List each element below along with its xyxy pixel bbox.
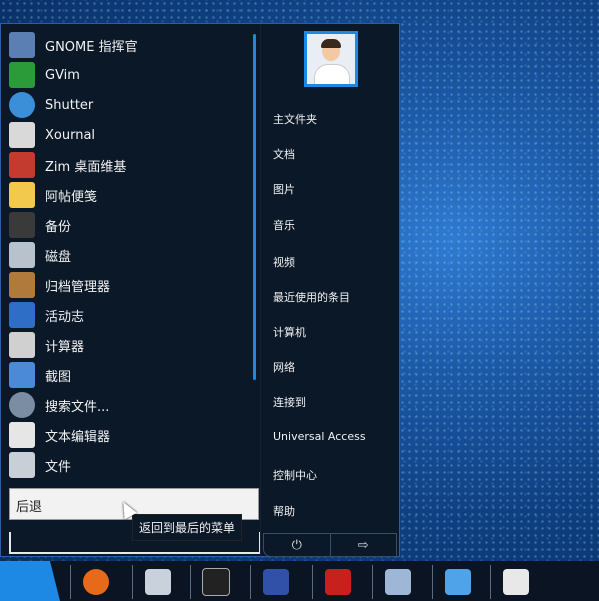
app-list-scrollbar[interactable] (253, 34, 256, 380)
app-label: 搜索文件... (45, 399, 110, 415)
app-item[interactable]: 磁盘 (9, 240, 249, 270)
shutdown-icon[interactable]: ⏻ (264, 534, 330, 556)
power-bar: ⏻ ⇨ (263, 533, 397, 557)
text-editor-icon (9, 422, 35, 448)
user-avatar[interactable] (304, 31, 358, 87)
firefox-icon (83, 569, 109, 595)
gnome-commander-icon (9, 32, 35, 58)
sticky-note-icon (9, 182, 35, 208)
taskbar-text-editor[interactable] (490, 565, 541, 599)
taskbar-network-monitor[interactable] (432, 565, 483, 599)
app-label: Shutter (45, 97, 94, 113)
place-pictures[interactable]: 图片 (273, 181, 393, 197)
place-control-center[interactable]: 控制中心 (273, 467, 393, 483)
zim-icon (9, 152, 35, 178)
calculator-icon (9, 332, 35, 358)
app-label: GVim (45, 67, 80, 83)
app-label: 计算器 (45, 339, 85, 355)
taskbar-bluefish[interactable] (250, 565, 301, 599)
back-tooltip: 返回到最后的菜单 (132, 514, 243, 541)
app-label: 文件 (45, 459, 72, 475)
activity-journal-icon (9, 302, 35, 328)
avatar-hair (321, 39, 341, 48)
taskbar-disk-utility[interactable] (132, 565, 183, 599)
app-item[interactable]: 搜索文件... (9, 390, 249, 420)
app-label: GNOME 指挥官 (45, 39, 138, 55)
app-item[interactable]: 备份 (9, 210, 249, 240)
app-item[interactable]: Xournal (9, 120, 249, 150)
xournal-icon (9, 122, 35, 148)
archive-manager-icon (9, 272, 35, 298)
start-menu-button[interactable] (0, 561, 60, 601)
logout-icon[interactable]: ⇨ (329, 534, 397, 556)
app-label: Xournal (45, 127, 96, 143)
disk-icon (9, 242, 35, 268)
taskbar (0, 561, 599, 601)
app-item[interactable]: 活动志 (9, 300, 249, 330)
screenshot-icon (385, 569, 411, 595)
app-item[interactable]: 归档管理器 (9, 270, 249, 300)
disk-utility-icon (145, 569, 171, 595)
app-item[interactable]: GNOME 指挥官 (9, 30, 249, 60)
taskbar-filezilla[interactable] (312, 565, 363, 599)
place-recent[interactable]: 最近使用的条目 (273, 289, 393, 305)
app-label: Zim 桌面维基 (45, 159, 127, 175)
app-label: 归档管理器 (45, 279, 111, 295)
application-menu: GNOME 指挥官 GVim Shutter Xournal Zim 桌面维基 … (0, 23, 400, 557)
app-label: 活动志 (45, 309, 85, 325)
place-documents[interactable]: 文档 (273, 146, 393, 162)
place-videos[interactable]: 视频 (273, 254, 393, 270)
place-help[interactable]: 帮助 (273, 503, 393, 519)
place-universal-access[interactable]: Universal Access (273, 430, 393, 443)
network-monitor-icon (445, 569, 471, 595)
taskbar-screenshot[interactable] (372, 565, 423, 599)
backup-icon (9, 212, 35, 238)
place-music[interactable]: 音乐 (273, 217, 393, 233)
terminal-icon (202, 568, 230, 596)
app-item[interactable]: 阿帖便笺 (9, 180, 249, 210)
app-label: 截图 (45, 369, 72, 385)
taskbar-firefox[interactable] (70, 565, 121, 599)
gvim-icon (9, 62, 35, 88)
filezilla-icon (325, 569, 351, 595)
app-item[interactable]: 截图 (9, 360, 249, 390)
app-label: 阿帖便笺 (45, 189, 98, 205)
app-item[interactable]: 计算器 (9, 330, 249, 360)
shutter-icon (9, 92, 35, 118)
taskbar-terminal[interactable] (190, 565, 241, 599)
search-files-icon (9, 392, 35, 418)
text-editor-icon (503, 569, 529, 595)
place-connect[interactable]: 连接到 (273, 394, 393, 410)
screenshot-icon (9, 362, 35, 388)
app-item[interactable]: GVim (9, 60, 249, 90)
column-divider (260, 24, 261, 556)
app-item[interactable]: 文件 (9, 450, 249, 480)
bluefish-icon (263, 569, 289, 595)
app-label: 备份 (45, 219, 72, 235)
avatar-body (314, 64, 350, 84)
place-home[interactable]: 主文件夹 (273, 111, 393, 127)
files-icon (9, 452, 35, 478)
place-network[interactable]: 网络 (273, 359, 393, 375)
app-item[interactable]: 文本编辑器 (9, 420, 249, 450)
app-list: GNOME 指挥官 GVim Shutter Xournal Zim 桌面维基 … (9, 30, 259, 480)
app-item[interactable]: Zim 桌面维基 (9, 150, 249, 180)
place-computer[interactable]: 计算机 (273, 324, 393, 340)
app-label: 磁盘 (45, 249, 72, 265)
app-label: 文本编辑器 (45, 429, 111, 445)
app-item[interactable]: Shutter (9, 90, 249, 120)
